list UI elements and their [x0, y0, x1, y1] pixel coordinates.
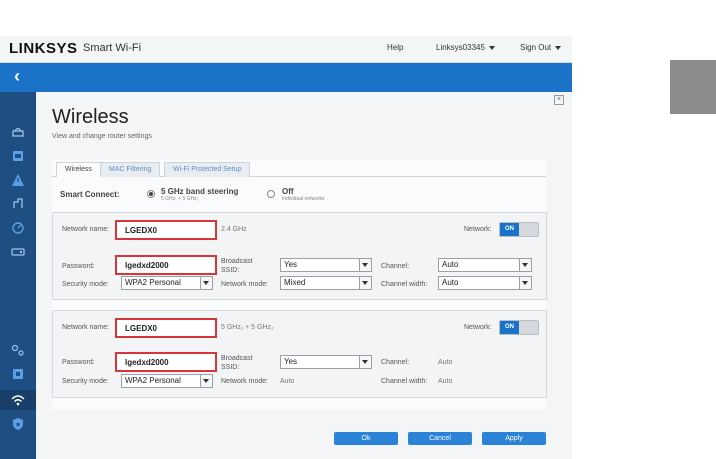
top-bar: LINKSYS Smart Wi-Fi Help Linksys03345 Si…	[0, 36, 572, 63]
smart-connect-off-label: Off	[282, 187, 294, 196]
security-mode-select[interactable]: WPA2 Personal	[121, 374, 213, 388]
chevron-down-icon	[359, 259, 371, 271]
network-toggle-label: Network:	[464, 226, 492, 233]
toggle-on-label: ON	[500, 223, 519, 236]
network-mode-select[interactable]: Mixed	[280, 276, 372, 290]
security-icon[interactable]	[8, 416, 28, 432]
cancel-button[interactable]: Cancel	[408, 432, 472, 445]
network-mode-value: Mixed	[284, 278, 306, 287]
page-subtitle: View and change router settings	[52, 133, 152, 140]
band-steering-radio[interactable]	[147, 190, 155, 198]
network-toggle-label: Network:	[464, 324, 492, 331]
smart-connect-off-radio[interactable]	[267, 190, 275, 198]
security-mode-value: WPA2 Personal	[125, 278, 181, 287]
band-label: 5 GHz₁ + 5 GHz₂	[221, 324, 274, 331]
channel-select[interactable]: Auto	[438, 258, 532, 272]
chevron-down-icon	[519, 259, 531, 271]
back-icon[interactable]: ‹	[14, 66, 20, 87]
password-value: lgedxd2000	[125, 358, 169, 367]
band-label: 2.4 GHz	[221, 226, 247, 233]
sign-out-label: Sign Out	[520, 43, 552, 52]
tab-mac-filtering[interactable]: MAC Filtering	[100, 162, 161, 177]
network-toggle[interactable]: ON	[499, 320, 539, 335]
channel-value: Auto	[438, 359, 453, 366]
sign-out-menu[interactable]: Sign Out	[520, 43, 562, 52]
media-prioritization-icon[interactable]	[8, 196, 28, 212]
network-mode-label: Network mode:	[221, 281, 269, 288]
broadcast-ssid-value: Yes	[284, 357, 298, 366]
chevron-down-icon	[200, 375, 212, 387]
channel-label: Channel:	[381, 263, 410, 270]
chevron-down-icon	[200, 277, 212, 289]
network-mode-label: Network mode:	[221, 378, 269, 385]
network-name-value: LGEDX0	[125, 226, 158, 235]
ok-button[interactable]: Ok	[334, 432, 398, 445]
tab-bar: Wireless MAC Filtering Wi-Fi Protected S…	[52, 162, 546, 177]
network-group-24ghz: Network name: LGEDX0 2.4 GHz Network: ON…	[52, 212, 547, 300]
network-name-field[interactable]: LGEDX0	[115, 318, 217, 338]
connectivity-icon[interactable]	[8, 342, 28, 358]
apply-button[interactable]: Apply	[482, 432, 546, 445]
nav-bar: ‹	[0, 63, 572, 92]
tab-wireless[interactable]: Wireless	[56, 162, 101, 177]
password-field[interactable]: lgedxd2000	[115, 352, 217, 372]
account-menu[interactable]: Linksys03345	[436, 43, 495, 52]
security-mode-value: WPA2 Personal	[125, 376, 181, 385]
router-settings-icon[interactable]	[8, 366, 28, 382]
broadcast-ssid-label: Broadcast SSID:	[221, 258, 253, 274]
network-group-5ghz: Network name: LGEDX0 5 GHz₁ + 5 GHz₂ Net…	[52, 310, 547, 398]
external-storage-icon[interactable]	[8, 244, 28, 260]
troubleshooting-icon[interactable]	[8, 172, 28, 188]
password-value: lgedxd2000	[125, 261, 169, 270]
network-name-label: Network name:	[62, 324, 110, 331]
channel-value: Auto	[442, 260, 459, 269]
parental-controls-icon[interactable]	[8, 148, 28, 164]
help-link[interactable]: Help	[387, 43, 403, 52]
sidebar	[0, 92, 36, 459]
channel-width-value: Auto	[442, 278, 459, 287]
linksys-logo: LINKSYS	[9, 40, 78, 57]
channel-width-select[interactable]: Auto	[438, 276, 532, 290]
password-label: Password:	[62, 359, 95, 366]
channel-label: Channel:	[381, 359, 410, 366]
security-mode-select[interactable]: WPA2 Personal	[121, 276, 213, 290]
password-field[interactable]: lgedxd2000	[115, 255, 217, 275]
tab-wifi-protected-setup[interactable]: Wi-Fi Protected Setup	[164, 162, 251, 177]
chevron-down-icon	[488, 45, 495, 50]
sidebar-item-wireless[interactable]	[0, 390, 36, 410]
toggle-on-label: ON	[500, 321, 519, 334]
broadcast-ssid-value: Yes	[284, 260, 298, 269]
devices-icon[interactable]	[8, 124, 28, 140]
channel-width-label: Channel width:	[381, 281, 428, 288]
network-name-value: LGEDX0	[125, 324, 158, 333]
chevron-down-icon	[359, 277, 371, 289]
page-edge-tab	[670, 60, 716, 114]
page-title: Wireless	[52, 106, 129, 128]
network-name-field[interactable]: LGEDX0	[115, 220, 217, 240]
security-mode-label: Security mode:	[62, 378, 109, 385]
broadcast-ssid-select[interactable]: Yes	[280, 355, 372, 369]
chevron-down-icon	[519, 277, 531, 289]
chevron-down-icon	[555, 45, 562, 50]
broadcast-ssid-select[interactable]: Yes	[280, 258, 372, 272]
password-label: Password:	[62, 263, 95, 270]
security-mode-label: Security mode:	[62, 281, 109, 288]
channel-width-value: Auto	[438, 378, 453, 385]
smart-connect-label: Smart Connect:	[60, 190, 120, 199]
account-name: Linksys03345	[436, 43, 485, 52]
network-toggle[interactable]: ON	[499, 222, 539, 237]
smart-connect-off-sublabel: Individual networks	[282, 196, 325, 202]
speed-test-icon[interactable]	[8, 220, 28, 236]
channel-width-label: Channel width:	[381, 378, 428, 385]
wireless-icon	[8, 392, 28, 408]
band-steering-label: 5 GHz band steering	[161, 187, 239, 196]
close-icon[interactable]: ×	[554, 95, 564, 105]
logo-subtitle: Smart Wi-Fi	[83, 42, 142, 54]
network-mode-value: Auto	[280, 378, 295, 385]
network-name-label: Network name:	[62, 226, 110, 233]
chevron-down-icon	[359, 356, 371, 368]
broadcast-ssid-label: Broadcast SSID:	[221, 355, 253, 371]
band-steering-sublabel: 5 GHz₁ + 5 GHz₂	[161, 196, 199, 202]
